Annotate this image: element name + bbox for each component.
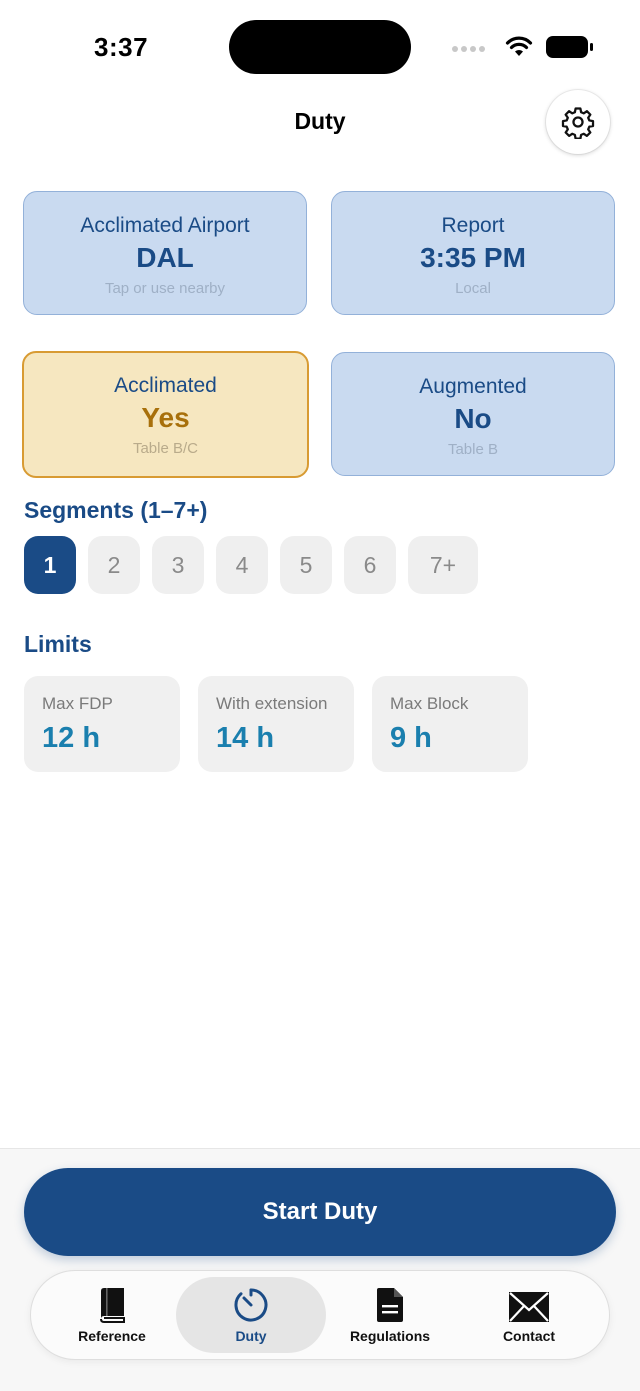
limit-card-with-extension: With extension 14 h [198,676,354,772]
status-time: 3:37 [94,32,149,62]
page-title: Duty [294,108,346,134]
acclimated-airport-label: Acclimated Airport [80,214,250,237]
segment-option-6[interactable]: 6 [344,536,396,594]
limit-label: Max FDP [42,694,113,713]
segments-selector: 1 2 3 4 5 6 7+ [24,536,478,594]
tab-label: Regulations [349,1328,431,1344]
tab-duty[interactable]: Duty [176,1277,326,1353]
battery-icon [546,36,593,58]
augmented-hint: Table B [447,441,499,458]
gear-icon [561,107,595,139]
document-icon [377,1288,403,1322]
envelope-icon [509,1292,549,1322]
acclimated-hint: Table B/C [132,440,199,457]
book-icon [100,1288,125,1323]
tab-contact[interactable]: Contact [454,1277,604,1353]
settings-button[interactable] [546,90,610,154]
limit-card-max-block: Max Block 9 h [372,676,528,772]
dynamic-island [229,20,411,74]
segments-title: Segments (1–7+) [24,497,208,523]
segment-option-3[interactable]: 3 [152,536,204,594]
segment-option-4[interactable]: 4 [216,536,268,594]
report-hint: Local [455,280,491,297]
tab-regulations[interactable]: Regulations [315,1277,465,1353]
limit-value: 14 h [216,722,275,754]
report-value: 3:35 PM [420,242,526,273]
augmented-label: Augmented [419,375,527,398]
limit-value: 9 h [390,722,432,754]
segment-option-7-plus[interactable]: 7+ [408,536,478,594]
report-label: Report [441,214,505,237]
status-icons [450,34,600,64]
tab-bar: Reference Duty Regulations Contact [30,1270,610,1360]
acclimated-card[interactable]: Acclimated Yes Table B/C [22,351,309,478]
acclimated-value: Yes [141,402,190,433]
tab-reference[interactable]: Reference [37,1277,187,1353]
segment-option-2[interactable]: 2 [88,536,140,594]
status-bar: 3:37 [0,0,640,90]
augmented-card[interactable]: Augmented No Table B [331,352,615,476]
timer-icon [234,1288,268,1322]
start-duty-button[interactable]: Start Duty [24,1168,616,1256]
acclimated-airport-value: DAL [136,242,194,273]
augmented-value: No [454,403,492,434]
tab-label: Duty [235,1328,267,1344]
limits-list: Max FDP 12 h With extension 14 h Max Blo… [24,676,528,772]
segment-option-5[interactable]: 5 [280,536,332,594]
acclimated-label: Acclimated [114,374,217,397]
cellular-signal-icon [452,46,485,52]
acclimated-airport-hint: Tap or use nearby [104,280,226,297]
acclimated-airport-card[interactable]: Acclimated Airport DAL Tap or use nearby [23,191,307,315]
limit-card-max-fdp: Max FDP 12 h [24,676,180,772]
limit-label: With extension [216,694,328,713]
report-time-card[interactable]: Report 3:35 PM Local [331,191,615,315]
limit-value: 12 h [42,722,101,754]
limits-title: Limits [24,631,92,657]
wifi-icon [505,36,533,56]
tab-label: Reference [78,1328,146,1344]
segment-option-1[interactable]: 1 [24,536,76,594]
limit-label: Max Block [390,694,469,713]
tab-label: Contact [502,1328,556,1344]
